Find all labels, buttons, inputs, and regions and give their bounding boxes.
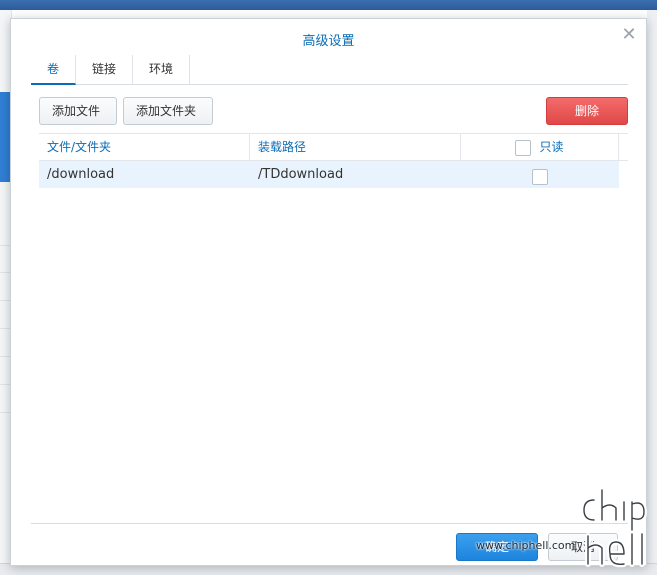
tab-bar: 卷 链接 环境 [31, 55, 628, 85]
toolbar: 添加文件 添加文件夹 删除 [39, 97, 628, 127]
footer-divider [31, 523, 628, 524]
column-header-mount-path[interactable]: 装载路径 [250, 134, 461, 161]
add-folder-button[interactable]: 添加文件夹 [123, 97, 213, 125]
column-header-read-only: 只读 [461, 134, 619, 161]
advanced-settings-dialog: 高级设置 ✕ 卷 链接 环境 添加文件 添加文件夹 删除 文件/文件夹 装载路径… [10, 18, 647, 566]
table-header: 文件/文件夹 装载路径 只读 [39, 133, 628, 161]
dialog-header: 高级设置 ✕ [11, 19, 646, 55]
tab-environment[interactable]: 环境 [133, 55, 191, 85]
dialog-title: 高级设置 [302, 34, 355, 49]
read-only-label: 只读 [539, 140, 564, 154]
volume-table: 文件/文件夹 装载路径 只读 /download /TDdownload [39, 133, 628, 523]
read-only-checkbox[interactable] [532, 169, 548, 185]
chiphell-watermark-logo [581, 487, 647, 568]
add-file-button[interactable]: 添加文件 [39, 97, 117, 125]
select-all-read-only-checkbox[interactable] [515, 139, 532, 156]
delete-button[interactable]: 删除 [546, 97, 628, 125]
tab-links[interactable]: 链接 [76, 55, 134, 85]
cell-mount-path: /TDdownload [258, 167, 344, 182]
background-topbar [0, 0, 657, 10]
column-header-folder[interactable]: 文件/文件夹 [39, 134, 250, 161]
cell-folder: /download [47, 167, 115, 182]
table-row[interactable]: /download /TDdownload [39, 161, 619, 188]
cell-read-only [461, 161, 619, 188]
close-icon[interactable]: ✕ [620, 26, 638, 44]
tab-volume[interactable]: 卷 [31, 55, 77, 85]
watermark-url: www.chiphell.com [476, 539, 576, 552]
